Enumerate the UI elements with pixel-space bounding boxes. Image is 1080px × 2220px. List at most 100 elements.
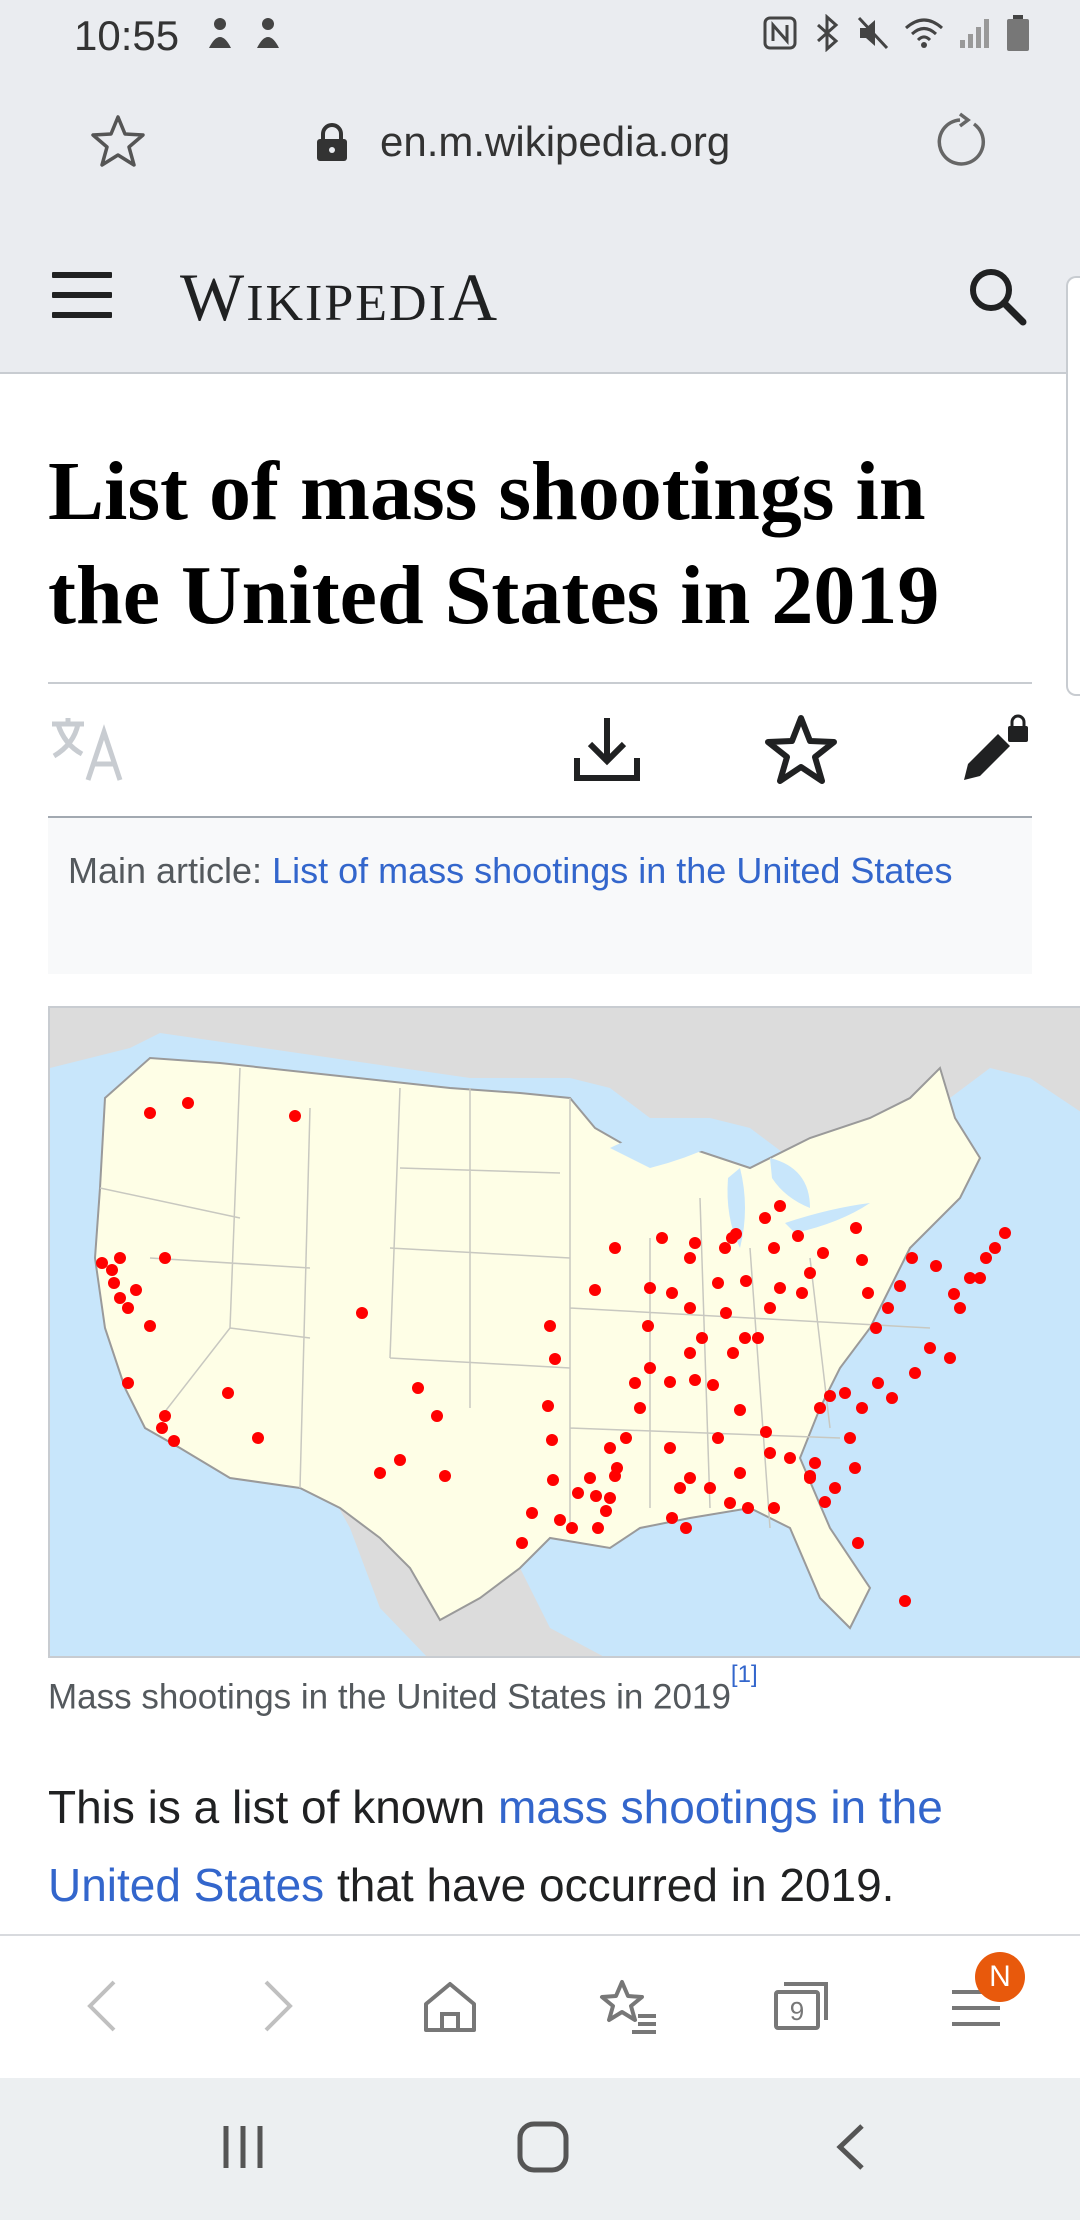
page-title: List of mass shootings in the United Sta… [48, 445, 940, 642]
shooting-marker [182, 1097, 194, 1109]
shooting-marker [862, 1287, 874, 1299]
status-bar: 10:55 [0, 0, 1080, 72]
tabs-count: 9 [790, 1996, 804, 2026]
shooting-marker [609, 1242, 621, 1254]
shooting-marker [644, 1362, 656, 1374]
shooting-marker [412, 1382, 424, 1394]
shooting-marker [96, 1257, 108, 1269]
shooting-marker [852, 1537, 864, 1549]
shooting-marker [804, 1472, 816, 1484]
status-time: 10:55 [74, 12, 180, 59]
us-landmass [93, 1056, 982, 1630]
watch-star-icon[interactable] [764, 714, 838, 786]
citation-1[interactable]: [1] [731, 1661, 758, 1688]
reload-icon[interactable] [930, 112, 990, 172]
forward-icon[interactable] [256, 1976, 300, 2036]
main-article-link[interactable]: List of mass shootings in the United Sta… [272, 850, 952, 891]
back-icon[interactable] [80, 1976, 124, 2036]
shooting-marker [809, 1457, 821, 1469]
browser-url-bar: en.m.wikipedia.org [0, 72, 1080, 216]
page-scroll-indicator [1066, 276, 1080, 696]
shooting-marker [704, 1482, 716, 1494]
mute-icon [857, 16, 889, 50]
shooting-marker [542, 1400, 554, 1412]
shooting-marker [546, 1434, 558, 1446]
main-menu-icon[interactable] [52, 272, 112, 318]
shooting-marker [774, 1200, 786, 1212]
wikipedia-header: WIKIPEDIA [0, 216, 1080, 374]
shooting-marker [666, 1287, 678, 1299]
shooting-marker [356, 1307, 368, 1319]
shooting-marker [734, 1404, 746, 1416]
menu-notification-badge: N [975, 1952, 1025, 2002]
shooting-marker [829, 1482, 841, 1494]
shooting-marker [159, 1410, 171, 1422]
shooting-marker [604, 1442, 616, 1454]
shooting-marker [159, 1252, 171, 1264]
shooting-marker [824, 1390, 836, 1402]
shooting-marker [144, 1320, 156, 1332]
bookmarks-icon[interactable] [596, 1976, 660, 2036]
shooting-marker [664, 1442, 676, 1454]
shooting-marker [844, 1432, 856, 1444]
edit-locked-icon[interactable] [958, 714, 1032, 786]
shooting-marker [439, 1470, 451, 1482]
download-icon[interactable] [572, 714, 642, 786]
shooting-marker [899, 1595, 911, 1607]
shooting-marker [684, 1302, 696, 1314]
shooting-marker [760, 1426, 772, 1438]
shooting-marker [666, 1512, 678, 1524]
shooting-marker [592, 1522, 604, 1534]
notification-icon [257, 18, 279, 48]
language-icon[interactable] [48, 714, 128, 784]
shooting-marker [839, 1387, 851, 1399]
shooting-marker [609, 1470, 621, 1482]
url-text[interactable]: en.m.wikipedia.org [380, 118, 730, 166]
shooting-marker [906, 1252, 918, 1264]
shooting-marker [222, 1387, 234, 1399]
nfc-icon [763, 16, 797, 50]
shooting-marker [856, 1254, 868, 1266]
back-button-icon[interactable] [830, 2120, 870, 2174]
shooting-marker [930, 1260, 942, 1272]
shooting-marker [894, 1280, 906, 1292]
bookmark-star-icon[interactable] [88, 112, 148, 172]
shooting-marker [106, 1264, 118, 1276]
shooting-marker [764, 1302, 776, 1314]
shooting-marker [144, 1107, 156, 1119]
shooting-marker [980, 1252, 992, 1264]
home-icon[interactable] [420, 1976, 480, 2036]
shooting-marker [752, 1332, 764, 1344]
shooting-marker [882, 1302, 894, 1314]
shooting-marker [114, 1252, 126, 1264]
recent-apps-icon[interactable] [218, 2120, 268, 2174]
shooting-marker [634, 1402, 646, 1414]
shooting-marker [814, 1402, 826, 1414]
search-icon[interactable] [965, 264, 1029, 328]
status-notification-icons [205, 16, 283, 52]
shooting-marker [684, 1252, 696, 1264]
shooting-marker [156, 1422, 168, 1434]
shooting-marker [740, 1275, 752, 1287]
shooting-marker [431, 1410, 443, 1422]
shooting-marker [739, 1332, 751, 1344]
mass-shootings-map[interactable] [48, 1006, 1080, 1658]
shooting-marker [684, 1472, 696, 1484]
shooting-marker [870, 1322, 882, 1334]
shooting-marker [572, 1487, 584, 1499]
us-map-graphic [50, 1008, 1080, 1656]
shooting-marker [516, 1537, 528, 1549]
shooting-marker [856, 1402, 868, 1414]
wifi-icon [905, 18, 943, 48]
status-system-icons [762, 14, 1030, 52]
home-button-icon[interactable] [516, 2120, 570, 2174]
shooting-marker [674, 1482, 686, 1494]
shooting-marker [768, 1242, 780, 1254]
shooting-marker [114, 1292, 126, 1304]
shooting-marker [600, 1505, 612, 1517]
shooting-marker [784, 1452, 796, 1464]
shooting-marker [252, 1432, 264, 1444]
wikipedia-logo[interactable]: WIKIPEDIA [180, 258, 499, 337]
tabs-button[interactable]: 9 [770, 1976, 832, 2041]
notification-icon [209, 18, 231, 48]
